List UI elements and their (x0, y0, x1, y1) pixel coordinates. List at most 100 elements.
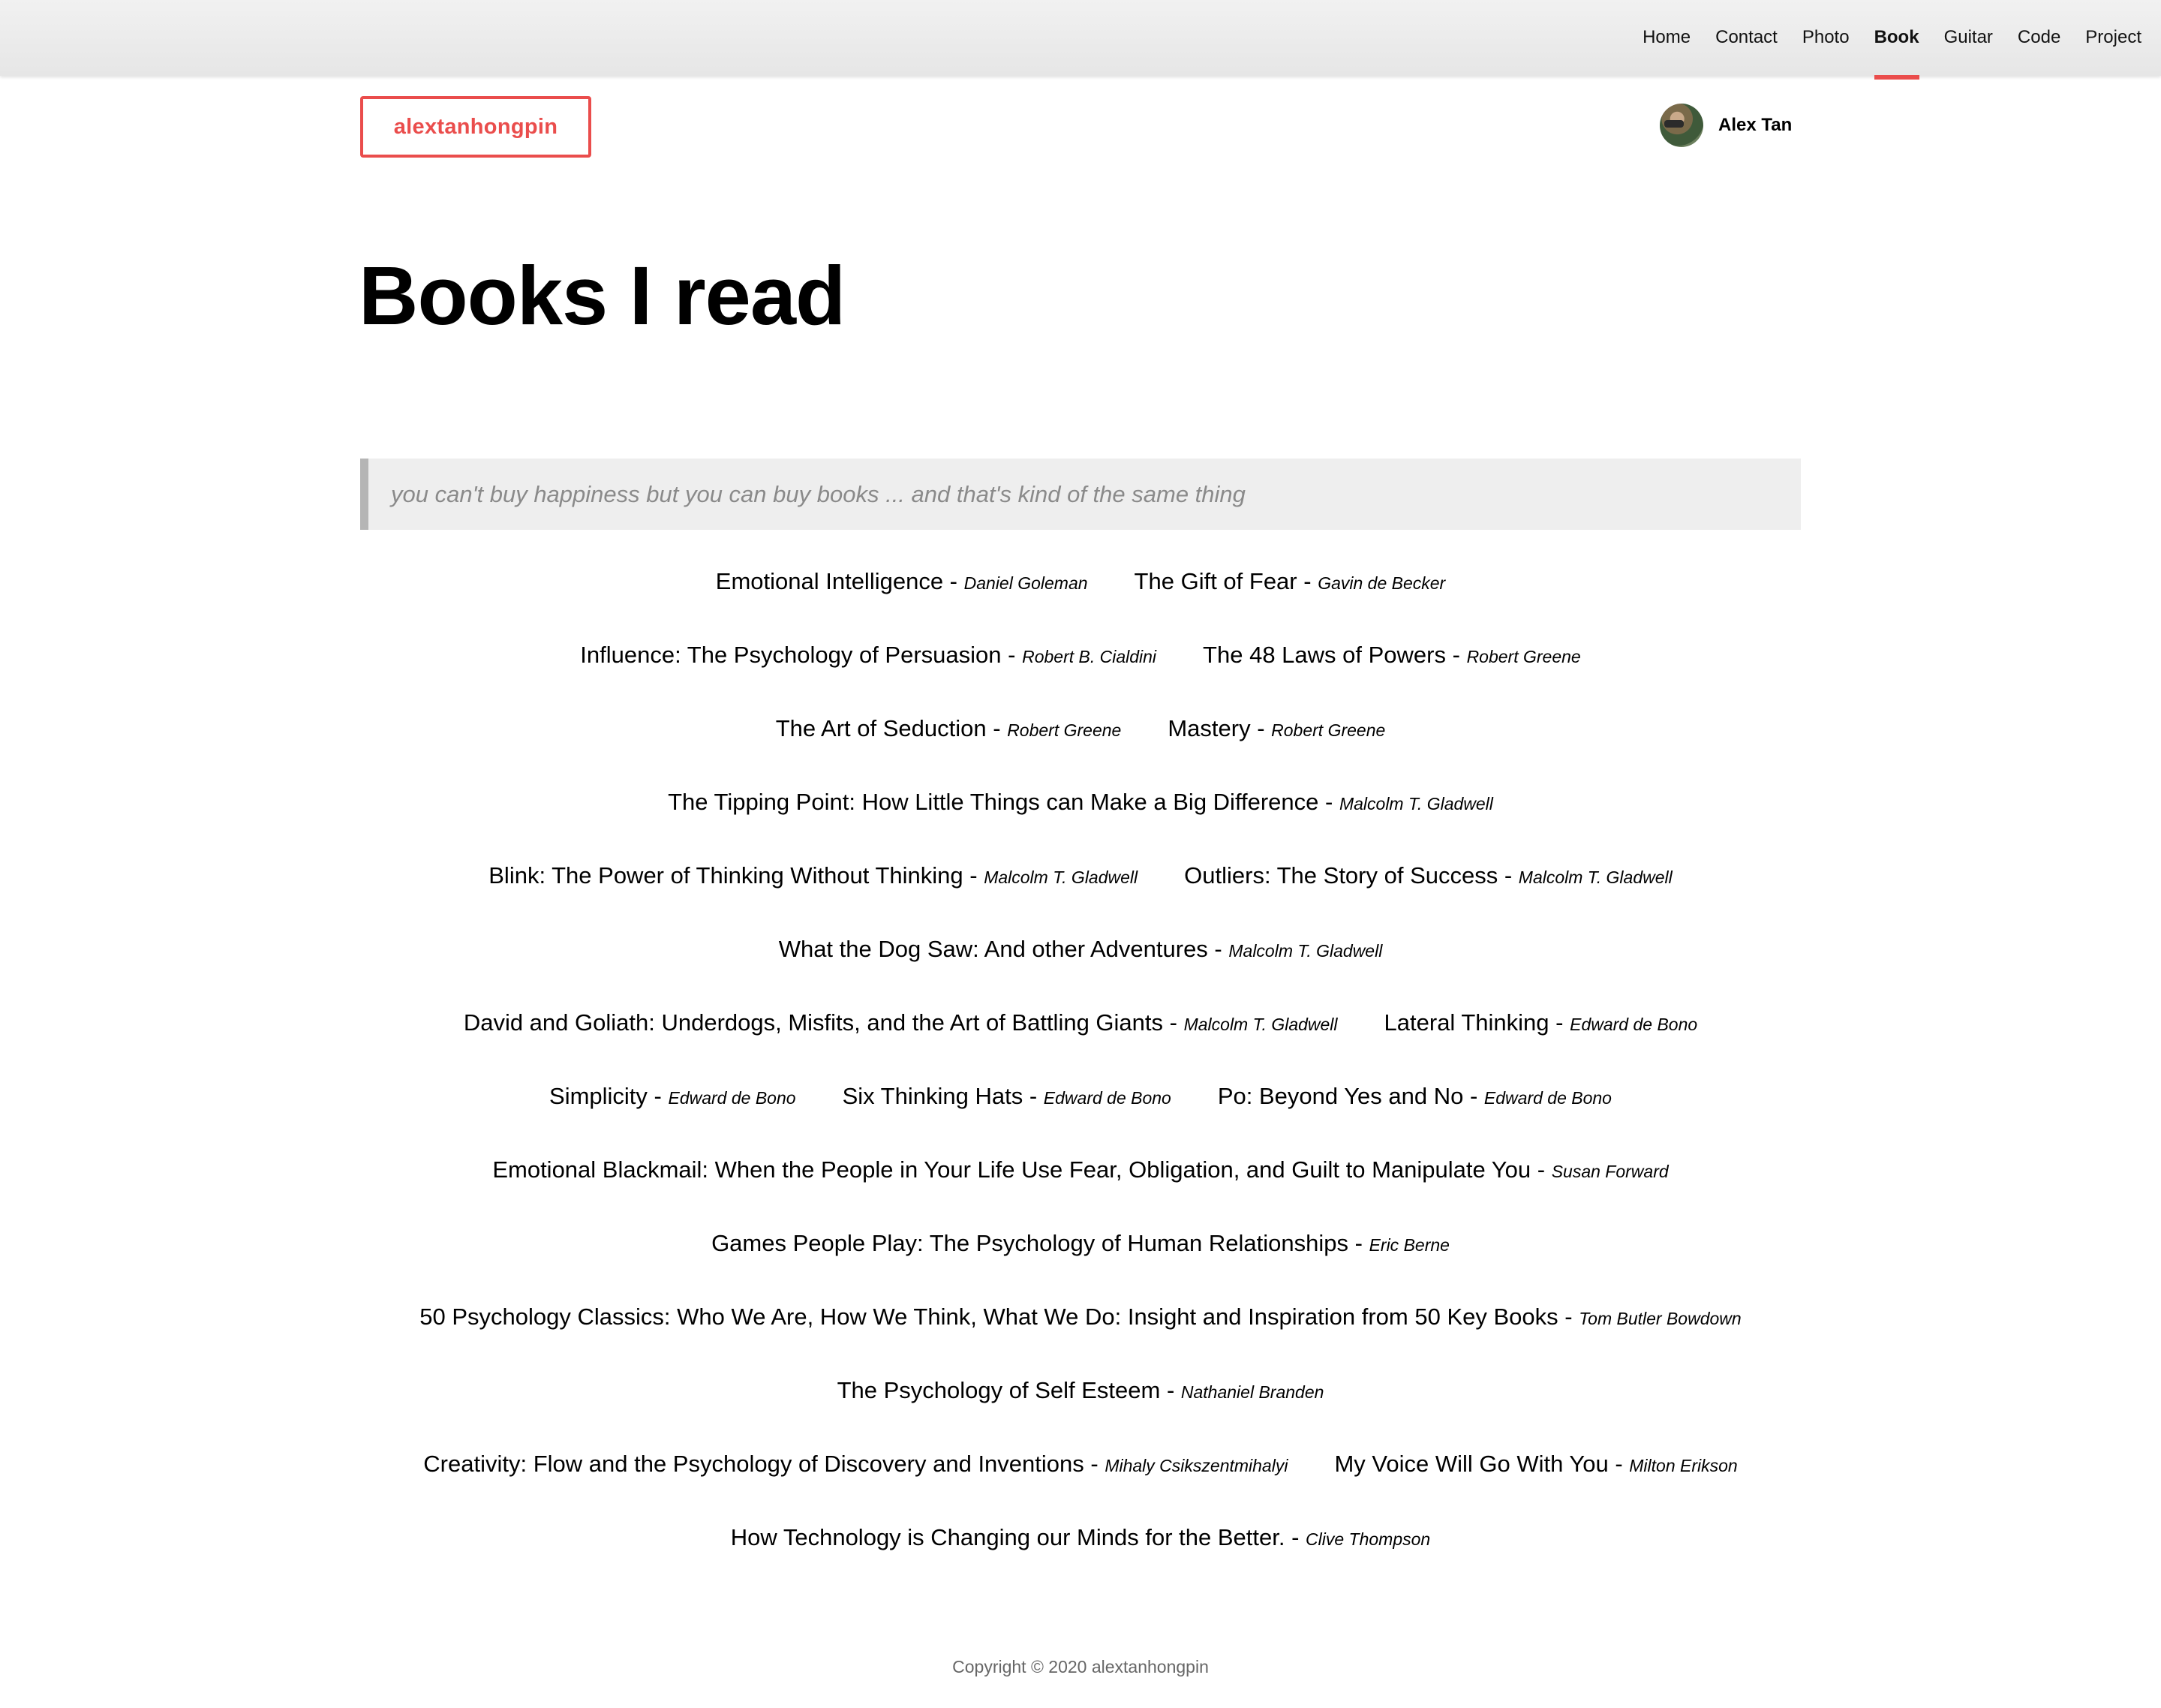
book-title: David and Goliath: Underdogs, Misfits, a… (463, 1009, 1164, 1036)
book-separator: - (1160, 1377, 1181, 1403)
user-name: Alex Tan (1718, 115, 1793, 135)
nav-link-photo[interactable]: Photo (1802, 0, 1850, 76)
page-title: Books I read (359, 250, 846, 342)
book-separator: - (1023, 1083, 1044, 1109)
book-row: David and Goliath: Underdogs, Misfits, a… (360, 1002, 1801, 1075)
book-item: Lateral Thinking - Edward de Bono (1384, 1009, 1698, 1036)
avatar[interactable] (1660, 104, 1703, 147)
book-title: Games People Play: The Psychology of Hum… (711, 1230, 1348, 1256)
nav-link-book[interactable]: Book (1874, 0, 1919, 80)
book-author: Mihaly Csikszentmihalyi (1105, 1456, 1288, 1475)
book-title: How Technology is Changing our Minds for… (730, 1524, 1285, 1550)
nav-link-guitar[interactable]: Guitar (1944, 0, 1993, 76)
quote-text: you can't buy happiness but you can buy … (391, 480, 1246, 507)
book-author: Robert Greene (1007, 720, 1122, 740)
book-title: Emotional Blackmail: When the People in … (492, 1156, 1531, 1183)
book-title: Blink: The Power of Thinking Without Thi… (488, 862, 963, 889)
book-row: Emotional Blackmail: When the People in … (360, 1149, 1801, 1222)
book-item: 50 Psychology Classics: Who We Are, How … (419, 1304, 1741, 1331)
book-item: David and Goliath: Underdogs, Misfits, a… (464, 1009, 1338, 1036)
book-title: The Tipping Point: How Little Things can… (668, 789, 1319, 815)
book-item: Six Thinking Hats - Edward de Bono (843, 1083, 1171, 1110)
book-item: Emotional Blackmail: When the People in … (492, 1156, 1668, 1183)
book-item: Emotional Intelligence - Daniel Goleman (716, 568, 1088, 595)
book-author: Edward de Bono (1043, 1088, 1171, 1108)
book-title: My Voice Will Go With You (1334, 1451, 1609, 1477)
footer-copyright: Copyright © 2020 alextanhongpin (952, 1657, 1209, 1676)
book-row: Creativity: Flow and the Psychology of D… (360, 1443, 1801, 1517)
nav-link-code[interactable]: Code (2018, 0, 2060, 76)
book-title: Mastery (1168, 715, 1251, 741)
quote-block: you can't buy happiness but you can buy … (360, 459, 1801, 530)
book-separator: - (1285, 1524, 1306, 1550)
book-title: Simplicity (549, 1083, 648, 1109)
book-row: The Psychology of Self Esteem - Nathanie… (360, 1370, 1801, 1443)
book-title: What the Dog Saw: And other Adventures (778, 936, 1208, 962)
book-item: My Voice Will Go With You - Milton Eriks… (1334, 1451, 1737, 1478)
book-row: Emotional Intelligence - Daniel Goleman T… (360, 561, 1801, 634)
book-title: The 48 Laws of Powers (1203, 642, 1446, 668)
book-author: Edward de Bono (1483, 1088, 1612, 1108)
book-author: Malcolm T. Gladwell (984, 868, 1138, 887)
book-separator: - (1207, 936, 1229, 962)
book-item: What the Dog Saw: And other Adventures -… (779, 936, 1383, 963)
book-separator: - (1446, 642, 1467, 668)
book-separator: - (647, 1083, 669, 1109)
nav-link-home[interactable]: Home (1643, 0, 1691, 76)
book-author: Gavin de Becker (1318, 573, 1446, 593)
book-item: How Technology is Changing our Minds for… (731, 1524, 1430, 1551)
user-profile[interactable]: Alex Tan (1660, 104, 1792, 147)
book-separator: - (986, 715, 1008, 741)
book-separator: - (1084, 1451, 1105, 1477)
book-separator: - (1318, 789, 1339, 815)
book-title: Emotional Intelligence (715, 568, 944, 594)
book-title: Creativity: Flow and the Psychology of D… (423, 1451, 1084, 1477)
book-row: 50 Psychology Classics: Who We Are, How … (360, 1296, 1801, 1370)
book-separator: - (1001, 642, 1023, 668)
book-author: Malcolm T. Gladwell (1228, 941, 1383, 961)
book-row: What the Dog Saw: And other Adventures -… (360, 928, 1801, 1002)
book-separator: - (1348, 1230, 1369, 1256)
book-author: Malcolm T. Gladwell (1339, 794, 1493, 813)
book-separator: - (1250, 715, 1272, 741)
book-author: Nathaniel Branden (1180, 1382, 1324, 1402)
book-separator: - (1297, 568, 1318, 594)
book-row: Blink: The Power of Thinking Without Thi… (360, 855, 1801, 928)
book-title: The Psychology of Self Esteem (837, 1377, 1161, 1403)
book-title: The Art of Seduction (775, 715, 987, 741)
book-author: Robert B. Cialdini (1022, 647, 1157, 666)
book-item: Influence: The Psychology of Persuasion … (580, 642, 1156, 669)
book-row: Games People Play: The Psychology of Hum… (360, 1222, 1801, 1296)
book-item: The Art of Seduction - Robert Greene (776, 715, 1122, 742)
book-title: 50 Psychology Classics: Who We Are, How … (419, 1304, 1558, 1330)
book-author: Milton Erikson (1629, 1456, 1738, 1475)
book-separator: - (1163, 1009, 1184, 1036)
book-item: The Gift of Fear - Gavin de Becker (1135, 568, 1446, 595)
nav-link-project[interactable]: Project (2085, 0, 2141, 76)
book-list: Emotional Intelligence - Daniel Goleman T… (360, 561, 1801, 1590)
book-item: The 48 Laws of Powers - Robert Greene (1203, 642, 1581, 669)
book-separator: - (1463, 1083, 1484, 1109)
book-author: Tom Butler Bowdown (1579, 1309, 1742, 1328)
book-item: The Tipping Point: How Little Things can… (668, 789, 1493, 816)
book-author: Susan Forward (1551, 1162, 1669, 1181)
nav-link-contact[interactable]: Contact (1715, 0, 1778, 76)
book-separator: - (963, 862, 984, 889)
book-separator: - (1498, 862, 1519, 889)
book-item: Po: Beyond Yes and No - Edward de Bono (1218, 1083, 1612, 1110)
book-row: Influence: The Psychology of Persuasion … (360, 634, 1801, 708)
book-item: Mastery - Robert Greene (1168, 715, 1385, 742)
book-author: Daniel Goleman (963, 573, 1088, 593)
brand-logo-button[interactable]: alextanhongpin (360, 96, 591, 158)
book-author: Robert Greene (1466, 647, 1581, 666)
book-author: Eric Berne (1369, 1235, 1450, 1255)
book-author: Edward de Bono (668, 1088, 796, 1108)
book-row: The Tipping Point: How Little Things can… (360, 781, 1801, 855)
book-separator: - (1558, 1304, 1579, 1330)
book-author: Clive Thompson (1306, 1529, 1431, 1549)
book-author: Edward de Bono (1570, 1015, 1698, 1034)
book-row: The Art of Seduction - Robert Greene Mast… (360, 708, 1801, 781)
book-separator: - (1549, 1009, 1570, 1036)
book-separator: - (943, 568, 964, 594)
book-row: Simplicity - Edward de Bono Six Thinking … (360, 1075, 1801, 1149)
